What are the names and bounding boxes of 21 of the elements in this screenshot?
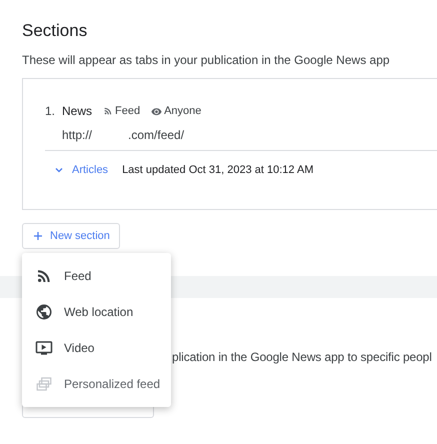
section-number: 1. <box>45 103 56 119</box>
section-name: News <box>62 103 92 119</box>
section-type: Feed <box>115 104 140 119</box>
menu-item[interactable]: Feed <box>22 258 171 294</box>
video-icon <box>35 339 53 357</box>
feed-url: .com/feed/ <box>128 127 184 143</box>
access-description: plication in the Google News app to specific peopl <box>171 349 433 365</box>
stacked-windows-icon <box>35 375 53 393</box>
section-visibility: Anyone <box>164 104 202 119</box>
new-section-button[interactable]: New section <box>22 223 120 249</box>
eye-icon <box>151 106 162 116</box>
last-updated: Last updated Oct 31, 2023 at 10:12 AM <box>122 163 314 177</box>
globe-icon <box>35 303 53 321</box>
page-title: Sections <box>22 20 88 42</box>
rss-icon <box>103 106 114 116</box>
articles-toggle[interactable]: Articles <box>53 163 108 177</box>
menu-item[interactable]: Web location <box>22 294 171 330</box>
section-description: These will appear as tabs in your publication in the Google News app <box>22 52 391 68</box>
feed-url: http:// <box>62 127 92 143</box>
plus-icon <box>32 230 44 242</box>
menu-item[interactable]: Video <box>22 330 171 366</box>
